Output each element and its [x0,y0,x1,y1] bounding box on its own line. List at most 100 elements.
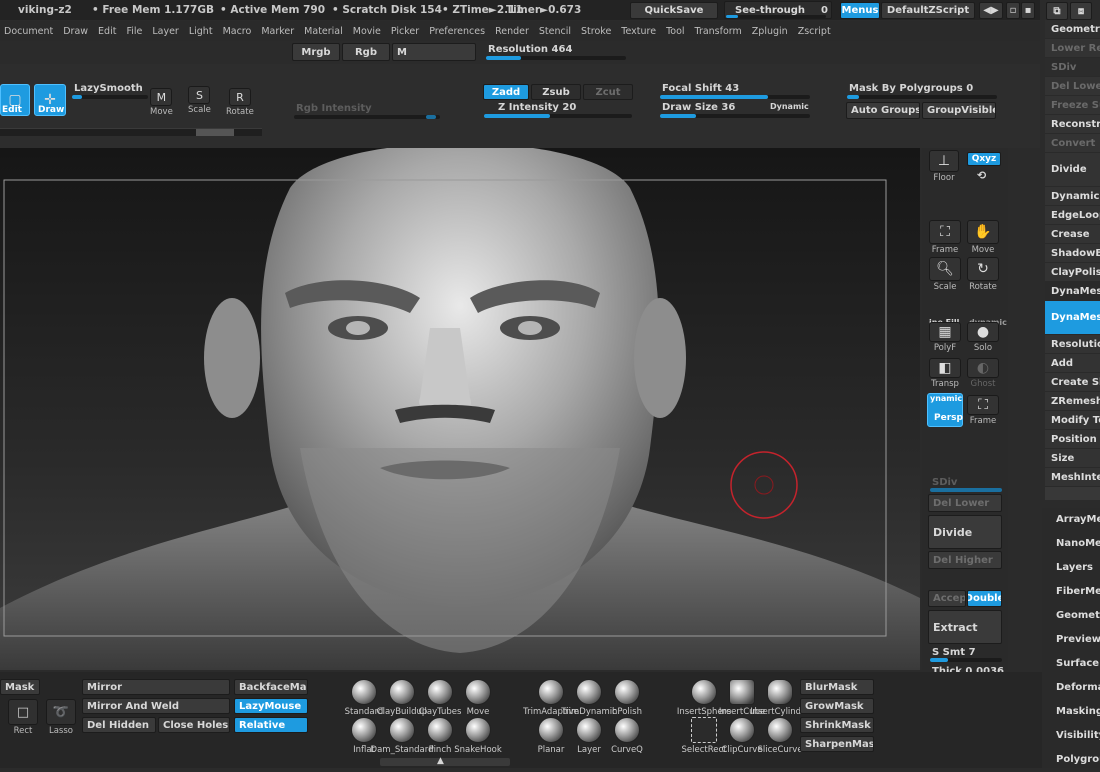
sdiv-slider[interactable] [930,488,1002,492]
preview-item[interactable]: Preview [1042,628,1100,652]
menu-render[interactable]: Render [495,26,529,37]
close-holes-button[interactable]: Close Holes [158,717,230,733]
polygroups-item[interactable]: Polygroups [1042,748,1100,772]
move-mode-button[interactable]: M Move [150,88,173,117]
frame2-button[interactable]: ⛶ Frame [967,395,999,426]
xyz-button[interactable]: Qxyz [967,152,1001,166]
scale-view-button[interactable]: 🔍︎ Scale [929,257,961,292]
window-min-button[interactable]: ▫ [1006,2,1020,19]
brush-snakehook[interactable]: SnakeHook [454,717,502,755]
panel-dock-icon[interactable]: ⧉ [1046,2,1068,20]
sharpen-mask-button[interactable]: SharpenMask [800,736,874,752]
bottom-shelf-handle[interactable] [380,758,510,766]
blur-mask-button[interactable]: BlurMask [800,679,874,695]
brush-hpolish[interactable]: hPolish [607,679,647,717]
transp-button[interactable]: ◧ Transp [929,358,961,389]
arraymesh-item[interactable]: ArrayMesh [1042,508,1100,532]
ghost-button[interactable]: ◐ Ghost [967,358,999,389]
menu-document[interactable]: Document [4,26,53,37]
menu-edit[interactable]: Edit [98,26,116,37]
zsub-button[interactable]: Zsub [531,84,581,100]
mirror-button[interactable]: Mirror [82,679,230,695]
geometry-hd-item[interactable]: Geometry HD [1042,604,1100,628]
expand-arrow-icon[interactable]: ▲ [437,756,444,766]
nanomesh-item[interactable]: NanoMesh [1042,532,1100,556]
brush-claybuildup[interactable]: ClayBuildup [377,679,427,717]
backface-mask-button[interactable]: BackfaceMask [234,679,308,695]
accept-button[interactable]: Accept [928,590,966,607]
mask-button[interactable]: Mask [0,679,40,695]
modify-topology-item[interactable]: Modify Topology [1045,411,1100,430]
rect-select-button[interactable]: □ Rect [6,699,40,736]
brush-slice-curve[interactable]: SliceCurve [757,717,803,755]
quicksave-button[interactable]: QuickSave [630,2,718,19]
menu-zplugin[interactable]: Zplugin [752,26,788,37]
masking-item[interactable]: Masking [1042,700,1100,724]
menu-tool[interactable]: Tool [666,26,684,37]
menu-marker[interactable]: Marker [261,26,294,37]
edgeloop-item[interactable]: EdgeLoop [1045,206,1100,225]
rotate-view-button[interactable]: ↻ Rotate [967,257,999,292]
move-view-button[interactable]: ✋ Move [967,220,999,255]
sculpt-canvas[interactable] [0,148,920,670]
panel-layout-icon[interactable]: ⧈ [1070,2,1092,20]
brush-trimdynamic[interactable]: TrimDynamic [561,679,617,717]
nav-arrows-button[interactable]: ◀▶ [979,2,1003,19]
focal-shift-slider[interactable] [660,95,810,99]
resolution-item[interactable]: Resolution [1045,335,1100,354]
shrink-mask-button[interactable]: ShrinkMask [800,717,874,733]
divide-panel-button[interactable]: Divide [1045,153,1100,187]
del-higher-button[interactable]: Del Higher [928,551,1002,569]
zcut-button[interactable]: Zcut [583,84,633,100]
axis-lock-icon[interactable]: ⟲ [977,169,986,182]
brush-select-rect[interactable]: SelectRect [682,717,727,755]
freeze-subd-button[interactable]: Freeze SubD [1045,96,1100,115]
divide-button[interactable]: Divide [928,515,1002,549]
menu-preferences[interactable]: Preferences [429,26,485,37]
menu-file[interactable]: File [126,26,142,37]
extract-button[interactable]: Extract [928,610,1002,644]
floor-button[interactable]: ⊥ Floor [929,150,959,183]
menu-draw[interactable]: Draw [63,26,88,37]
auto-groups-button[interactable]: Auto Groups [846,102,920,119]
surface-item[interactable]: Surface [1042,652,1100,676]
s-smt-slider[interactable] [930,658,1002,662]
lower-res-button[interactable]: Lower Res [1045,39,1100,58]
mask-by-polygroups-slider[interactable] [847,95,997,99]
menu-material[interactable]: Material [304,26,343,37]
del-lower-panel-button[interactable]: Del Lower [1045,77,1100,96]
z-intensity-slider[interactable] [484,114,632,118]
toolbar-scroll-thumb[interactable] [196,129,234,136]
dynamesh-button[interactable]: DynaMesh [1045,301,1100,335]
draw-size-slider[interactable] [660,114,810,118]
relative-button[interactable]: Relative [234,717,308,733]
claypolish-item[interactable]: ClayPolish [1045,263,1100,282]
m-button[interactable]: M [392,43,476,61]
brush-claytubes[interactable]: ClayTubes [419,679,461,717]
mrgb-button[interactable]: Mrgb [292,43,340,61]
rgb-button[interactable]: Rgb [342,43,390,61]
default-zscript-button[interactable]: DefaultZScript [881,2,975,19]
menu-texture[interactable]: Texture [621,26,656,37]
visibility-item[interactable]: Visibility [1042,724,1100,748]
polyf-button[interactable]: ▦ PolyF [929,322,961,353]
lasso-select-button[interactable]: ➰ Lasso [44,699,78,736]
zremesher-item[interactable]: ZRemesher [1045,392,1100,411]
menu-movie[interactable]: Movie [353,26,381,37]
menu-transform[interactable]: Transform [695,26,742,37]
shadowbox-item[interactable]: ShadowBox [1045,244,1100,263]
geometry-header[interactable]: Geometry [1045,20,1100,39]
window-max-button[interactable]: ▪ [1021,2,1035,19]
layers-item[interactable]: Layers [1042,556,1100,580]
solo-button[interactable]: ● Solo [967,322,999,353]
brush-dam-standard[interactable]: Dam_Standard [371,717,433,755]
rotate-mode-button[interactable]: R Rotate [226,88,254,117]
menu-macro[interactable]: Macro [223,26,252,37]
brush-planar[interactable]: Planar [531,717,571,755]
brush-layer[interactable]: Layer [569,717,609,755]
scale-mode-button[interactable]: S Scale [188,86,211,115]
sdiv-slider-label[interactable]: SDiv [1045,58,1100,77]
menu-stroke[interactable]: Stroke [581,26,611,37]
resolution-slider[interactable] [486,56,626,60]
brush-clip-curve[interactable]: ClipCurve [721,717,763,755]
